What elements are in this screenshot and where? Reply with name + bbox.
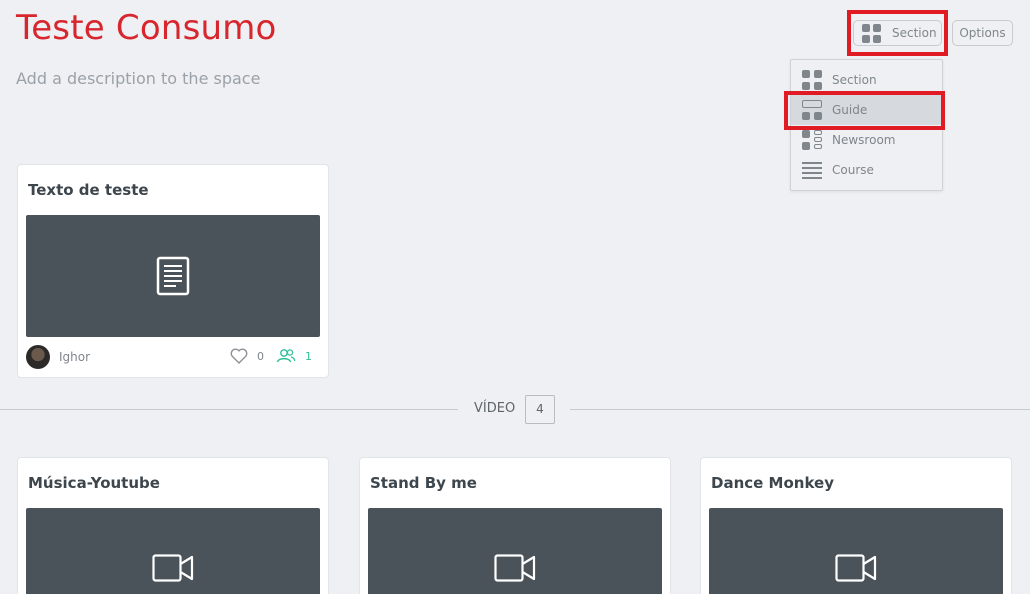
layout-option-label: Course [832, 163, 874, 177]
author-name[interactable]: Ighor [59, 350, 90, 364]
card-title[interactable]: Dance Monkey [711, 474, 834, 492]
card-title[interactable]: Música-Youtube [28, 474, 160, 492]
video-card[interactable]: Stand By me [359, 457, 671, 594]
card-title[interactable]: Texto de teste [28, 181, 149, 199]
video-camera-icon [835, 554, 877, 582]
section-label: VÍDEO [474, 401, 516, 416]
content-card[interactable]: Texto de teste Ighor 0 1 [17, 164, 329, 378]
course-list-icon [802, 160, 822, 180]
options-button[interactable]: Options [952, 20, 1013, 46]
heart-icon[interactable] [230, 348, 248, 364]
video-camera-icon [152, 554, 194, 582]
video-camera-icon [494, 554, 536, 582]
section-divider-left [0, 409, 458, 410]
video-card[interactable]: Música-Youtube [17, 457, 329, 594]
layout-option-guide[interactable]: Guide [791, 95, 942, 125]
guide-layout-icon [802, 100, 822, 120]
layout-option-newsroom[interactable]: Newsroom [791, 125, 942, 155]
section-grid-icon [862, 23, 881, 43]
layout-selector-button[interactable]: Section [853, 20, 942, 46]
card-thumbnail[interactable] [26, 508, 320, 594]
space-description[interactable]: Add a description to the space [16, 69, 260, 88]
layout-option-section[interactable]: Section [791, 65, 942, 95]
layout-option-label: Section [832, 73, 877, 87]
layout-option-course[interactable]: Course [791, 155, 942, 185]
newsroom-layout-icon [802, 130, 822, 150]
section-item-count: 4 [525, 395, 555, 424]
layout-option-label: Guide [832, 103, 868, 117]
layout-dropdown-menu: Section Guide Newsroom Course [790, 59, 943, 191]
section-grid-icon [802, 70, 822, 90]
section-divider-right [570, 409, 1030, 410]
card-thumbnail[interactable] [709, 508, 1003, 594]
participants-icon[interactable] [276, 348, 296, 364]
card-thumbnail[interactable] [368, 508, 662, 594]
avatar[interactable] [26, 345, 50, 369]
likes-count: 0 [257, 350, 264, 363]
card-footer: Ighor 0 1 [26, 345, 320, 369]
layout-option-label: Newsroom [832, 133, 896, 147]
video-card[interactable]: Dance Monkey [700, 457, 1012, 594]
card-thumbnail[interactable] [26, 215, 320, 337]
layout-selector-label: Section [892, 26, 937, 40]
space-title[interactable]: Teste Consumo [16, 8, 277, 48]
card-title[interactable]: Stand By me [370, 474, 477, 492]
document-icon [156, 256, 190, 296]
participants-count: 1 [305, 350, 312, 363]
